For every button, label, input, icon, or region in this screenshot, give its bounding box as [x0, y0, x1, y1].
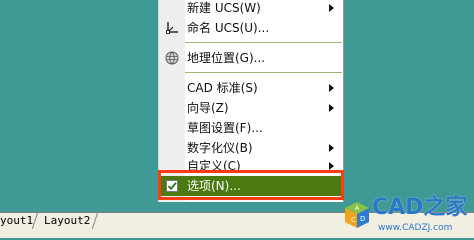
tab-layout2[interactable]: Layout2 [44, 213, 90, 229]
menu-item-label: 自定义(C) [187, 159, 241, 173]
menu-item-label: 地理位置(G)... [187, 51, 266, 65]
menu-item-customize[interactable]: 自定义(C) [159, 156, 343, 176]
menu-separator [185, 72, 342, 73]
menu-item-drafting-settings[interactable]: 草图设置(F)... [159, 118, 343, 138]
submenu-arrow-icon [329, 104, 334, 112]
menu-item-label: 选项(N)... [187, 179, 241, 193]
menu-item-wizards[interactable]: 向导(Z) [159, 98, 343, 118]
svg-text:D: D [360, 215, 365, 223]
ucs-icon [166, 22, 178, 34]
menu-item-label: 新建 UCS(W) [187, 1, 261, 15]
submenu-arrow-icon [329, 162, 334, 170]
svg-text:C: C [351, 216, 356, 224]
menu-item-label: 草图设置(F)... [187, 121, 263, 135]
menu-item-cad-standards[interactable]: CAD 标准(S) [159, 78, 343, 98]
menu-separator [185, 42, 342, 43]
checkbox-icon [166, 180, 178, 192]
menu-item-tablet[interactable]: 数字化仪(B) [159, 138, 343, 158]
menu-item-label: 数字化仪(B) [187, 141, 253, 155]
submenu-arrow-icon [329, 84, 334, 92]
menu-item-options[interactable]: 选项(N)... [159, 176, 343, 196]
watermark-url: www.CADZJ.com [378, 223, 453, 233]
menu-item-label: CAD 标准(S) [187, 81, 258, 95]
menu-item-label: 命名 UCS(U)... [187, 21, 270, 35]
tab-separator [91, 213, 98, 229]
globe-icon [165, 51, 179, 65]
watermark-title: CAD之家 [372, 195, 468, 220]
menu-item-geographic-location[interactable]: 地理位置(G)... [159, 48, 343, 68]
menu-item-named-ucs[interactable]: 命名 UCS(U)... [159, 18, 343, 38]
tools-menu: 新建 UCS(W) 命名 UCS(U)... 地理位置(G)... CAD 标准… [158, 0, 344, 202]
submenu-arrow-icon [329, 4, 334, 12]
menu-item-label: 向导(Z) [187, 101, 229, 115]
cad-cube-logo-icon: C D A [345, 202, 369, 228]
submenu-arrow-icon [329, 144, 334, 152]
tab-layout1[interactable]: yout1 [0, 213, 33, 229]
menu-item-new-ucs[interactable]: 新建 UCS(W) [159, 0, 343, 18]
